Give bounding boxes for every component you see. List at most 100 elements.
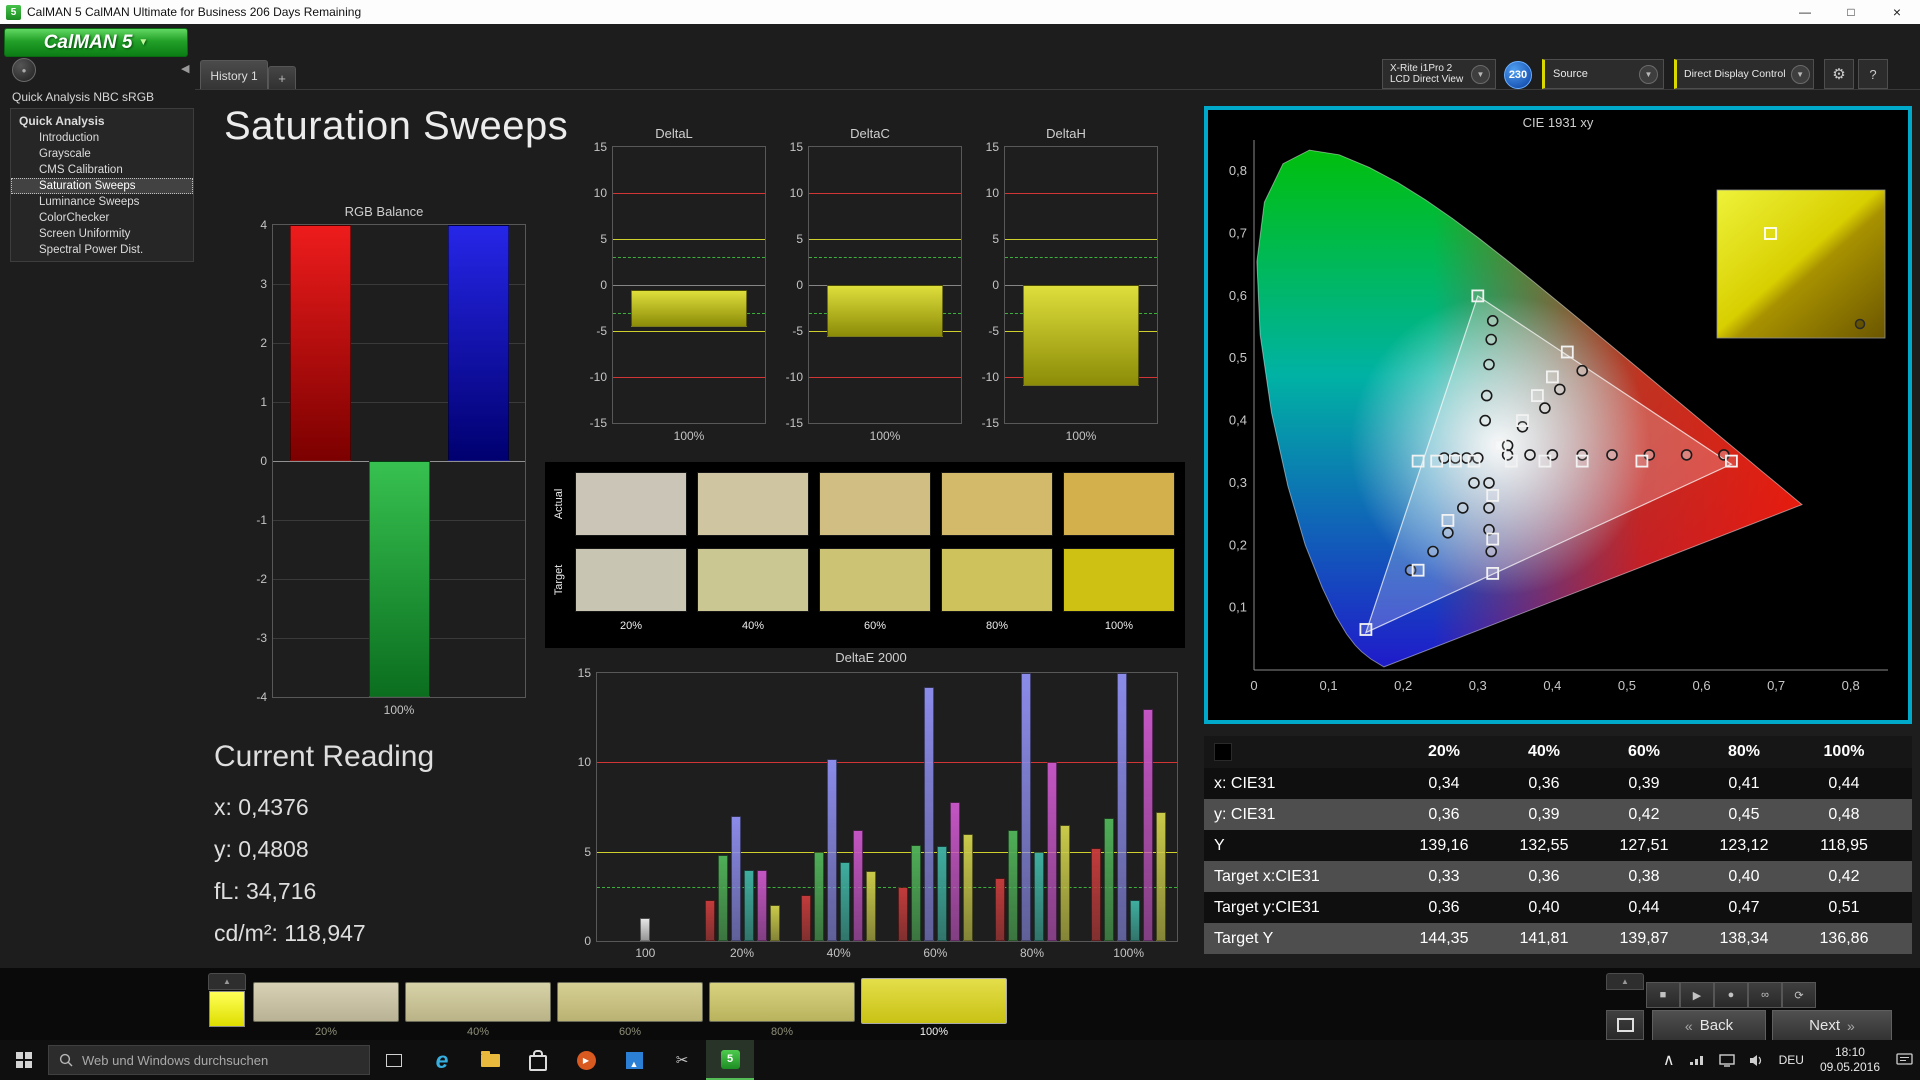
settings-button[interactable]: ⚙ <box>1824 59 1854 89</box>
taskbar-search-input[interactable]: Web und Windows durchsuchen <box>48 1045 370 1075</box>
delta-l-plot: 15 10 5 0 -5 -10 -15 100% <box>590 140 766 443</box>
clock[interactable]: 18:10 09.05.2016 <box>1811 1045 1889 1075</box>
pattern-button-40%[interactable] <box>405 982 551 1022</box>
x-axis-label: 100% <box>673 429 705 443</box>
de-bar <box>1059 824 1070 941</box>
start-button[interactable] <box>0 1040 48 1080</box>
loop-button[interactable]: ∞ <box>1748 982 1782 1008</box>
current-pattern-swatch[interactable] <box>209 991 245 1027</box>
windows-logo-icon <box>16 1052 32 1068</box>
deltae2000-plot: 15 10 5 0 100 20% 40% 60% 80% 100% <box>578 666 1178 960</box>
cell-value: 0,42 <box>1628 805 1660 823</box>
play-button[interactable]: ▶ <box>1680 982 1714 1008</box>
meter-dropdown[interactable]: X-Rite i1Pro 2 LCD Direct View ▼ <box>1382 59 1496 89</box>
deltae2000-chart: DeltaE 2000 15 10 5 0 100 20% 40% 60% 80% 100% <box>556 650 1186 966</box>
stop-button[interactable]: ■ <box>1646 982 1680 1008</box>
volume-icon[interactable] <box>1742 1040 1772 1080</box>
task-view-button[interactable] <box>370 1040 418 1080</box>
y-tick-label: 10 <box>593 186 607 200</box>
reading-y: y: 0,4808 <box>214 836 309 862</box>
de-bar <box>1020 673 1031 941</box>
target-point <box>1359 623 1373 636</box>
pattern-button-80%[interactable] <box>709 982 855 1022</box>
nav-back-button[interactable]: ● <box>12 58 36 82</box>
cell-value: 0,39 <box>1528 805 1560 823</box>
y-tick-label: 5 <box>796 232 803 246</box>
display-control-dropdown[interactable]: Direct Display Control ▼ <box>1674 59 1814 89</box>
tray-expand-button[interactable]: ∧ <box>1656 1040 1682 1080</box>
back-button[interactable]: « Back <box>1652 1010 1766 1041</box>
language-indicator[interactable]: DEU <box>1772 1040 1811 1080</box>
refresh-button[interactable]: ⟳ <box>1782 982 1816 1008</box>
source-dropdown[interactable]: Source ▼ <box>1542 59 1664 89</box>
sidebar-item-screen-uniformity[interactable]: Screen Uniformity <box>11 226 193 242</box>
meter-status-badge: 230 <box>1504 61 1532 89</box>
media-app-button[interactable]: ▶ <box>562 1040 610 1080</box>
y-tick-label: 15 <box>593 140 607 154</box>
measured-point <box>1606 449 1618 461</box>
network-icon[interactable] <box>1712 1040 1742 1080</box>
sidebar-item-grayscale[interactable]: Grayscale <box>11 146 193 162</box>
pattern-button-100%[interactable] <box>861 978 1007 1024</box>
calman-window: 5 CalMAN 5 CalMAN Ultimate for Business … <box>0 0 1920 1080</box>
sidebar-item-colorchecker[interactable]: ColorChecker <box>11 210 193 226</box>
next-button[interactable]: Next » <box>1772 1010 1892 1041</box>
x-tick-label: 0,6 <box>1692 678 1710 693</box>
sidebar-collapse-icon[interactable]: ◀ <box>181 62 189 75</box>
table-corner-box <box>1214 743 1232 761</box>
cell-value: 0,42 <box>1828 867 1860 885</box>
expand-right-tab[interactable]: ▲ <box>1606 973 1644 990</box>
sidebar-item-luminance-sweeps[interactable]: Luminance Sweeps <box>11 194 193 210</box>
table-row: Y 139,16 132,55 127,51 123,12 118,95 <box>1204 830 1912 861</box>
de-bar <box>814 851 825 941</box>
help-button[interactable]: ? <box>1858 59 1888 89</box>
expand-left-tab[interactable]: ▲ <box>208 973 246 990</box>
measured-point <box>1480 389 1493 402</box>
de-group-label: 60% <box>923 946 948 960</box>
folder-icon <box>480 1050 500 1067</box>
pattern-button-20%[interactable] <box>253 982 399 1022</box>
x-axis-label: 100% <box>869 429 901 443</box>
sidebar-item-saturation-sweeps[interactable]: Saturation Sweeps <box>11 178 193 194</box>
edge-browser-button[interactable]: e <box>418 1040 466 1080</box>
cell-value: 0,40 <box>1528 898 1560 916</box>
logo-text: CalMAN 5 <box>43 31 133 53</box>
chevron-down-icon[interactable]: ▼ <box>1639 64 1658 84</box>
calman-taskbar-button[interactable]: 5 <box>706 1040 754 1080</box>
sidebar-root-quick-analysis[interactable]: Quick Analysis <box>11 112 193 130</box>
tab-add-button[interactable]: + <box>268 66 296 90</box>
notification-center-button[interactable] <box>1889 1040 1920 1080</box>
de-bar <box>897 887 908 941</box>
tab-history[interactable]: History 1 <box>200 60 268 90</box>
sidebar-item-introduction[interactable]: Introduction <box>11 130 193 146</box>
y-tick-label: 0,4 <box>1229 413 1247 428</box>
record-button[interactable]: ● <box>1714 982 1748 1008</box>
measured-point <box>1468 477 1480 489</box>
close-button[interactable]: × <box>1874 0 1920 24</box>
calman-logo[interactable]: CalMAN 5 ▼ <box>4 28 188 57</box>
chevron-down-icon[interactable]: ▼ <box>1790 64 1810 84</box>
y-tick-label: 0,6 <box>1229 288 1247 303</box>
snipping-tool-button[interactable]: ✂ <box>658 1040 706 1080</box>
cie-1931-panel[interactable]: CIE 1931 xy 0 0,1 0,2 0,3 0,4 0,5 0,6 0,7 0,8 0,1… <box>1204 106 1912 724</box>
edge-icon: e <box>435 1047 449 1073</box>
minimize-button[interactable]: — <box>1782 0 1828 24</box>
y-tick-label: 15 <box>985 140 999 154</box>
sidebar-item-cms-calibration[interactable]: CMS Calibration <box>11 162 193 178</box>
cell-value: 0,48 <box>1828 805 1860 823</box>
y-tick-label: -15 <box>981 416 999 430</box>
de-bar <box>743 869 754 941</box>
maximize-button[interactable]: □ <box>1828 0 1874 24</box>
sidebar-item-spectral-power-dist[interactable]: Spectral Power Dist. <box>11 242 193 258</box>
cell-value: 139,87 <box>1619 929 1669 947</box>
chevron-down-icon[interactable]: ▼ <box>1471 64 1490 84</box>
pattern-window-button[interactable] <box>1606 1010 1644 1040</box>
cell-value: 123,12 <box>1719 836 1769 854</box>
photos-app-button[interactable]: ▲ <box>610 1040 658 1080</box>
store-button[interactable] <box>514 1040 562 1080</box>
row-label: y: CIE31 <box>1214 805 1276 823</box>
battery-icon[interactable] <box>1682 1040 1712 1080</box>
file-explorer-button[interactable] <box>466 1040 514 1080</box>
cell-value: 144,35 <box>1419 929 1469 947</box>
pattern-button-60%[interactable] <box>557 982 703 1022</box>
